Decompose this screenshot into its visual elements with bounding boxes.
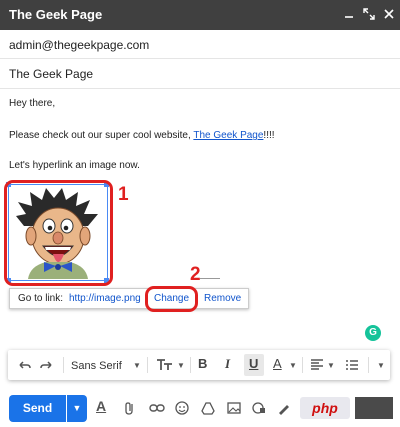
remove-link-button[interactable]: Remove: [204, 293, 241, 304]
grammarly-icon[interactable]: G: [365, 325, 381, 341]
watermark-block: [355, 397, 393, 419]
image-bottom-line: [200, 278, 220, 279]
link-url[interactable]: http://image.png: [69, 293, 141, 304]
goto-link-label: Go to link:: [18, 293, 64, 304]
close-icon[interactable]: [382, 7, 396, 21]
website-link[interactable]: The Geek Page: [193, 130, 263, 141]
compose-title: The Geek Page: [9, 7, 103, 22]
chevron-down-icon[interactable]: ▼: [327, 359, 335, 373]
send-button[interactable]: Send: [9, 395, 66, 422]
to-field[interactable]: admin@thegeekpage.com: [9, 38, 149, 52]
italic-button[interactable]: I: [225, 357, 230, 371]
php-watermark: php: [300, 397, 350, 419]
send-options-dropdown[interactable]: ▼: [67, 395, 87, 422]
numbered-list-icon[interactable]: [345, 358, 359, 375]
toolbar-divider: [63, 357, 64, 373]
toolbar-divider: [302, 357, 303, 373]
bold-button[interactable]: B: [198, 357, 207, 371]
align-icon[interactable]: [310, 358, 324, 375]
expand-icon[interactable]: [362, 7, 376, 21]
highlight-ring-image: [4, 180, 113, 286]
toolbar-divider: [368, 357, 369, 373]
font-size-icon[interactable]: [156, 357, 174, 374]
divider: [0, 58, 400, 59]
insert-link-icon[interactable]: [149, 401, 165, 418]
body-line-2[interactable]: Let's hyperlink an image now.: [9, 160, 140, 171]
minimize-icon[interactable]: [342, 7, 356, 21]
redo-icon[interactable]: [40, 358, 54, 375]
chevron-down-icon[interactable]: ▼: [289, 359, 297, 373]
divider: [0, 88, 400, 89]
more-formatting-icon[interactable]: ▼: [377, 359, 385, 373]
step-2-label: 2: [190, 264, 201, 285]
body-line-1-prefix: Please check out our super cool website,: [9, 130, 194, 141]
formatting-options-icon[interactable]: A: [96, 399, 106, 413]
chevron-down-icon[interactable]: ▼: [133, 359, 141, 373]
body-line-1[interactable]: Please check out our super cool website,…: [9, 130, 275, 141]
confidential-mode-icon[interactable]: [252, 401, 266, 418]
body-line-1-suffix: !!!!: [263, 130, 275, 141]
toolbar-divider: [147, 357, 148, 373]
step-1-label: 1: [118, 184, 129, 205]
chevron-down-icon[interactable]: ▼: [177, 359, 185, 373]
underline-button[interactable]: U: [249, 357, 258, 371]
font-family-select[interactable]: Sans Serif: [71, 359, 122, 373]
undo-icon[interactable]: [17, 358, 31, 375]
body-greeting[interactable]: Hey there,: [9, 98, 55, 109]
text-color-button[interactable]: A: [273, 357, 282, 371]
toolbar-divider: [190, 357, 191, 373]
emoji-icon[interactable]: [175, 401, 189, 418]
highlight-ring-change: [145, 286, 198, 312]
signature-icon[interactable]: [277, 401, 291, 418]
drive-icon[interactable]: [201, 401, 215, 418]
subject-field[interactable]: The Geek Page: [9, 67, 93, 81]
attach-file-icon[interactable]: [123, 401, 137, 418]
insert-photo-icon[interactable]: [227, 401, 241, 418]
